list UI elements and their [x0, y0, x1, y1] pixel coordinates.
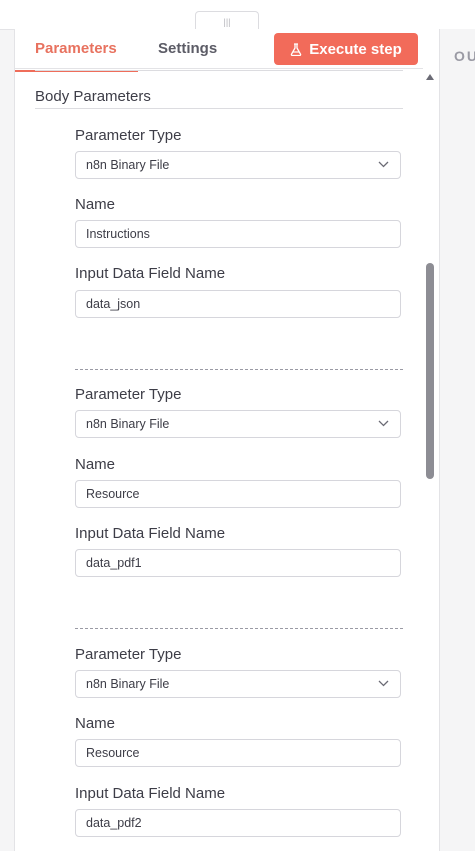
parameter-type-select[interactable]: n8n Binary File [75, 670, 401, 698]
input-data-field-name-value: data_pdf2 [86, 816, 142, 830]
input-data-field-name-label: Input Data Field Name [75, 265, 226, 282]
input-data-field-name-value: data_pdf1 [86, 556, 142, 570]
name-input[interactable]: Instructions [75, 220, 401, 248]
name-input-value: Resource [86, 746, 140, 760]
input-data-field-name-label: Input Data Field Name [75, 525, 226, 542]
scrollbar-thumb[interactable] [426, 263, 434, 479]
chevron-down-icon [378, 420, 389, 427]
input-data-field-name-input[interactable]: data_json [75, 290, 401, 318]
execute-step-label: Execute step [309, 40, 402, 58]
input-data-field-name-input[interactable]: data_pdf1 [75, 549, 401, 577]
tab-parameters[interactable]: Parameters [35, 40, 117, 57]
chevron-down-icon [378, 680, 389, 687]
item-separator [75, 628, 403, 629]
parameter-type-value: n8n Binary File [86, 677, 170, 691]
parameter-type-select[interactable]: n8n Binary File [75, 410, 401, 438]
input-data-field-name-value: data_json [86, 297, 141, 311]
body-parameters-title: Body Parameters [35, 88, 151, 105]
item-separator [75, 369, 403, 370]
name-label: Name [75, 715, 116, 732]
execute-step-button[interactable]: Execute step [274, 33, 418, 65]
output-pane-label: OU [454, 48, 475, 64]
flask-icon [290, 42, 302, 56]
parameter-type-label: Parameter Type [75, 386, 182, 403]
name-input-value: Instructions [86, 227, 150, 241]
scroll-up-arrow-icon[interactable] [425, 72, 435, 82]
input-data-field-name-input[interactable]: data_pdf2 [75, 809, 401, 837]
parameter-type-label: Parameter Type [75, 646, 182, 663]
output-pane [439, 29, 475, 851]
name-input-value: Resource [86, 487, 140, 501]
input-data-field-name-label: Input Data Field Name [75, 785, 226, 802]
name-label: Name [75, 196, 116, 213]
tabs-divider [15, 68, 423, 69]
section-divider [35, 108, 403, 109]
name-input[interactable]: Resource [75, 480, 401, 508]
name-label: Name [75, 456, 116, 473]
parameter-type-value: n8n Binary File [86, 158, 170, 172]
tab-settings[interactable]: Settings [158, 40, 217, 57]
parameter-type-value: n8n Binary File [86, 417, 170, 431]
chevron-down-icon [378, 161, 389, 168]
parameter-type-label: Parameter Type [75, 127, 182, 144]
parameter-type-select[interactable]: n8n Binary File [75, 151, 401, 179]
scroll-top-divider [35, 70, 403, 71]
name-input[interactable]: Resource [75, 739, 401, 767]
